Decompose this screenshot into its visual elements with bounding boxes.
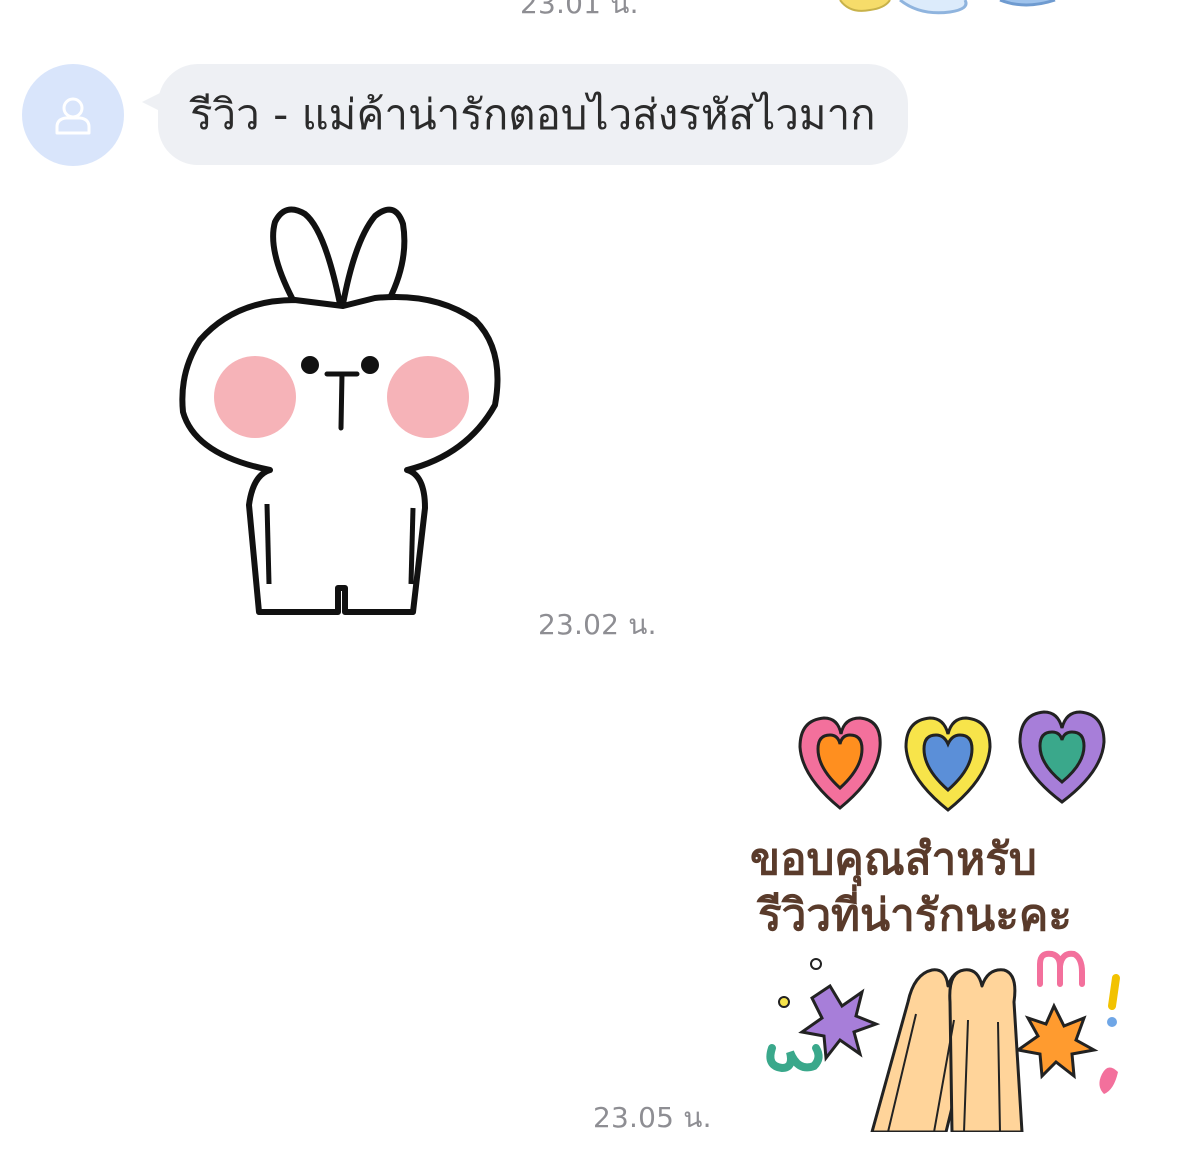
message-timestamp: 23.01 น. xyxy=(520,0,639,20)
left-eye xyxy=(301,356,319,374)
sticker-text-line2: รีวิวที่น่ารักนะคะ xyxy=(756,884,1072,940)
avatar[interactable] xyxy=(22,64,124,166)
sticker-timestamp: 23.05 น. xyxy=(593,1101,712,1134)
star-icon xyxy=(1014,1002,1099,1080)
message-bubble[interactable]: รีวิว - แม่ค้าน่ารักตอบไวส่งรหัสไวมาก xyxy=(158,64,908,165)
right-cheek xyxy=(387,356,469,438)
chat-view: 23.01 น. รีวิว - แม่ค้าน่ารักตอบไวส่งรหั… xyxy=(0,0,1200,1160)
heart-icon xyxy=(1018,710,1106,804)
heart-icon xyxy=(798,716,882,810)
right-eye xyxy=(361,356,379,374)
message-text: รีวิว - แม่ค้าน่ารักตอบไวส่งรหัสไวมาก xyxy=(190,89,876,139)
thank-you-sticker[interactable]: ขอบคุณสำหรับ รีวิวที่น่ารักนะคะ xyxy=(742,702,1152,1132)
previous-sticker-fragment[interactable] xyxy=(830,0,1070,22)
rabbit-sticker[interactable] xyxy=(175,200,505,620)
rabbit-ears xyxy=(270,206,408,305)
user-placeholder-icon xyxy=(55,97,91,135)
sticker-text-line1: ขอบคุณสำหรับ xyxy=(750,835,1037,887)
heart-icon xyxy=(904,716,992,812)
rabbit-body xyxy=(179,293,501,615)
left-cheek xyxy=(214,356,296,438)
sticker-timestamp: 23.02 น. xyxy=(538,608,657,641)
